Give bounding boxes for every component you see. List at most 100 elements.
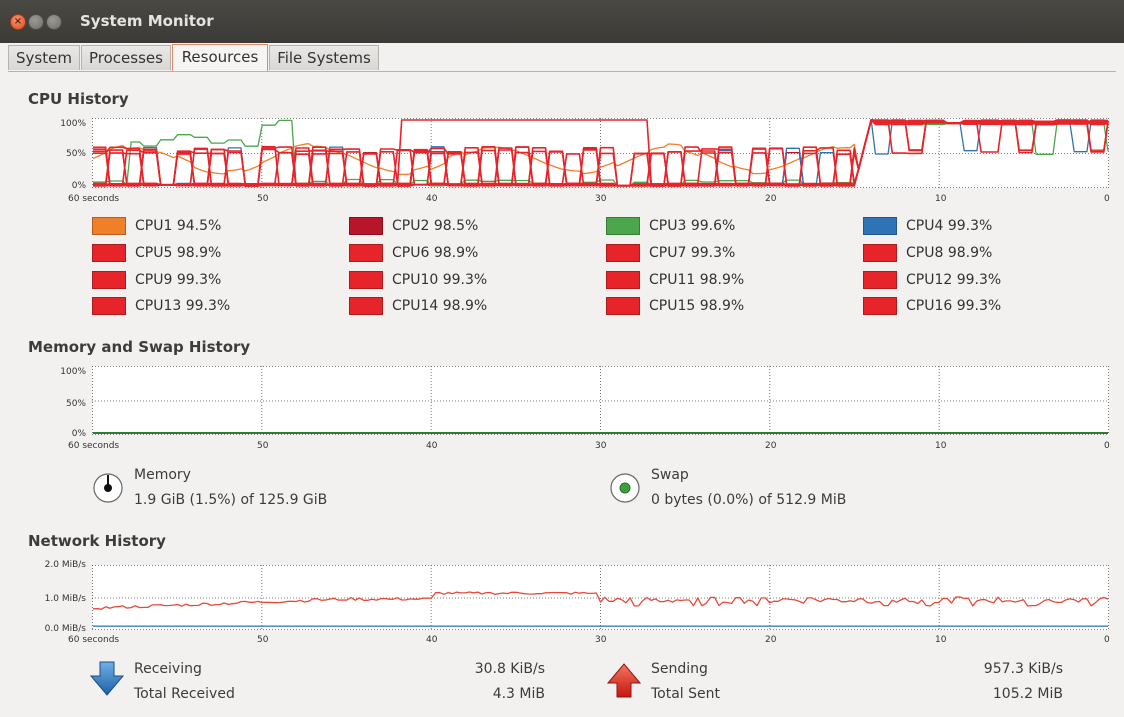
mem-xlabel: 50 — [257, 441, 269, 451]
cpu-color-swatch[interactable] — [349, 217, 383, 235]
net-xlabel: 60 seconds — [68, 635, 120, 645]
cpu-legend-item: CPU14 98.9% — [349, 296, 487, 316]
cpu-xlabel: 40 — [426, 194, 438, 204]
cpu-legend-item: CPU9 99.3% — [92, 270, 221, 290]
receiving-label: Receiving — [134, 661, 202, 677]
cpu-color-swatch[interactable] — [606, 244, 640, 262]
net-xlabel: 10 — [935, 635, 947, 645]
sending-arrow-icon[interactable] — [607, 663, 641, 699]
cpu-xlabel: 50 — [257, 194, 269, 204]
memory-label: Memory — [134, 467, 191, 483]
cpu-legend-item: CPU7 99.3% — [606, 243, 735, 263]
cpu-history-graph — [92, 118, 1109, 188]
net-ylabel-1: 1.0 MiB/s — [44, 594, 86, 604]
cpu-legend-label: CPU5 98.9% — [135, 245, 222, 261]
cpu-legend-label: CPU16 99.3% — [906, 298, 1002, 314]
minimize-button[interactable] — [28, 14, 44, 30]
cpu-legend-label: CPU2 98.5% — [392, 218, 479, 234]
close-button[interactable]: × — [10, 14, 26, 30]
cpu-color-swatch[interactable] — [92, 244, 126, 262]
total-received-value: 4.3 MiB — [492, 686, 545, 702]
cpu-legend-item: CPU10 99.3% — [349, 270, 487, 290]
cpu-xlabel: 20 — [765, 194, 777, 204]
cpu-legend-item: CPU3 99.6% — [606, 216, 735, 236]
cpu-legend-item: CPU11 98.9% — [606, 270, 744, 290]
net-xlabel: 50 — [257, 635, 269, 645]
tab-file-systems[interactable]: File Systems — [269, 45, 379, 70]
cpu-legend-label: CPU15 98.9% — [649, 298, 745, 314]
mem-ylabel-50: 50% — [65, 399, 86, 409]
net-ylabel-0: 0.0 MiB/s — [44, 624, 86, 634]
cpu-legend-label: CPU6 98.9% — [392, 245, 479, 261]
cpu-legend-item: CPU4 99.3% — [863, 216, 992, 236]
net-xlabel: 20 — [765, 635, 777, 645]
cpu-legend-label: CPU10 99.3% — [392, 272, 488, 288]
cpu-legend-item: CPU13 99.3% — [92, 296, 230, 316]
memory-history-graph — [92, 366, 1109, 435]
cpu-legend-item: CPU1 94.5% — [92, 216, 221, 236]
cpu-legend-item: CPU16 99.3% — [863, 296, 1001, 316]
memory-value: 1.9 GiB (1.5%) of 125.9 GiB — [134, 492, 328, 508]
cpu-legend-item: CPU2 98.5% — [349, 216, 478, 236]
cpu-color-swatch[interactable] — [863, 244, 897, 262]
cpu-legend-item: CPU6 98.9% — [349, 243, 478, 263]
cpu-color-swatch[interactable] — [349, 271, 383, 289]
cpu-color-swatch[interactable] — [606, 297, 640, 315]
mem-xlabel: 0 — [1104, 441, 1110, 451]
cpu-color-swatch[interactable] — [863, 217, 897, 235]
network-history-graph — [92, 565, 1109, 630]
tab-system[interactable]: System — [8, 45, 80, 70]
cpu-xlabel: 10 — [935, 194, 947, 204]
tab-processes[interactable]: Processes — [81, 45, 171, 70]
cpu-legend-item: CPU8 98.9% — [863, 243, 992, 263]
total-sent-value: 105.2 MiB — [992, 686, 1063, 702]
cpu-color-swatch[interactable] — [92, 297, 126, 315]
sending-label: Sending — [651, 661, 708, 677]
memory-pie-icon[interactable] — [92, 472, 124, 504]
mem-xlabel: 20 — [765, 441, 777, 451]
cpu-legend-label: CPU8 98.9% — [906, 245, 993, 261]
cpu-legend-label: CPU7 99.3% — [649, 245, 736, 261]
cpu-legend-item: CPU12 99.3% — [863, 270, 1001, 290]
cpu-color-swatch[interactable] — [863, 297, 897, 315]
cpu-color-swatch[interactable] — [606, 271, 640, 289]
cpu-ylabel-50: 50% — [65, 149, 86, 159]
cpu-legend-label: CPU11 98.9% — [649, 272, 745, 288]
cpu-color-swatch[interactable] — [92, 271, 126, 289]
tab-resources[interactable]: Resources — [172, 44, 268, 71]
cpu-legend-label: CPU9 99.3% — [135, 272, 222, 288]
window-title: System Monitor — [80, 12, 214, 30]
cpu-ylabel-0: 0% — [71, 181, 86, 191]
cpu-xlabel: 60 seconds — [68, 194, 120, 204]
cpu-ylabel-100: 100% — [60, 119, 86, 129]
swap-value: 0 bytes (0.0%) of 512.9 MiB — [651, 492, 847, 508]
mem-xlabel: 40 — [426, 441, 438, 451]
cpu-legend-label: CPU3 99.6% — [649, 218, 736, 234]
cpu-legend-label: CPU1 94.5% — [135, 218, 222, 234]
mem-ylabel-100: 100% — [60, 367, 86, 377]
cpu-color-swatch[interactable] — [863, 271, 897, 289]
cpu-legend-item: CPU5 98.9% — [92, 243, 221, 263]
maximize-button[interactable] — [46, 14, 62, 30]
network-history-title: Network History — [28, 532, 166, 550]
net-xlabel: 0 — [1104, 635, 1110, 645]
cpu-color-swatch[interactable] — [92, 217, 126, 235]
swap-label: Swap — [651, 467, 689, 483]
cpu-color-swatch[interactable] — [349, 244, 383, 262]
swap-pie-icon[interactable] — [609, 472, 641, 504]
net-xlabel: 40 — [426, 635, 438, 645]
cpu-xlabel: 30 — [595, 194, 607, 204]
cpu-xlabel: 0 — [1104, 194, 1110, 204]
mem-xlabel: 30 — [595, 441, 607, 451]
cpu-color-swatch[interactable] — [349, 297, 383, 315]
cpu-legend-label: CPU12 99.3% — [906, 272, 1002, 288]
total-sent-label: Total Sent — [651, 686, 721, 702]
net-xlabel: 30 — [595, 635, 607, 645]
receiving-arrow-icon[interactable] — [90, 661, 124, 697]
cpu-color-swatch[interactable] — [606, 217, 640, 235]
cpu-legend-label: CPU14 98.9% — [392, 298, 488, 314]
net-ylabel-2: 2.0 MiB/s — [44, 560, 86, 570]
cpu-legend-item: CPU15 98.9% — [606, 296, 744, 316]
total-received-label: Total Received — [134, 686, 235, 702]
mem-ylabel-0: 0% — [71, 429, 86, 439]
